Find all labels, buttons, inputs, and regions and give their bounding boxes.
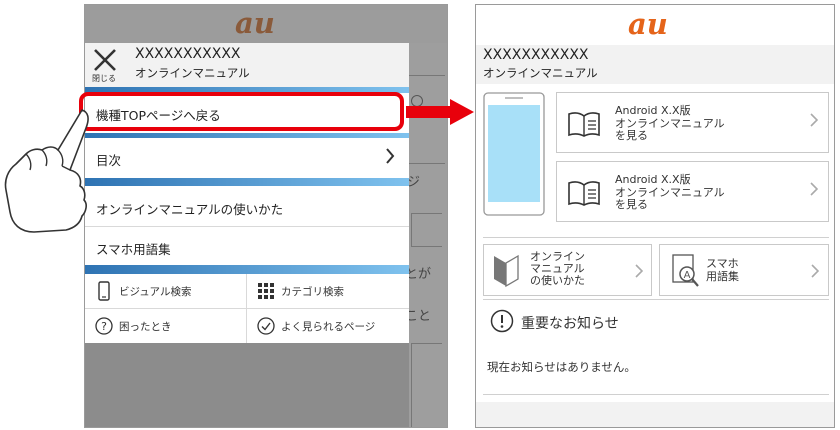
left-phone-screen: au ジ とが こと 閉じる XXXXXXXXXXX オンラインマニュアル 機種… [84,4,448,428]
question-icon: ? [95,317,113,338]
menu-item-toc[interactable]: 目次 [85,138,409,178]
book-icon [567,180,601,210]
android-manual-card[interactable]: Android X.X版 オンラインマニュアル を見る [556,161,829,222]
bg-box [411,343,442,427]
au-logo: au [235,6,275,40]
chevron-right-icon [810,182,819,200]
arrow-right-icon [406,99,474,125]
left-header: au [85,5,447,43]
exclamation-icon [490,309,514,333]
right-phone-screen: au XXXXXXXXXXX オンラインマニュアル Android X.X版 オ… [475,4,835,428]
divider [483,299,829,300]
category-search-button[interactable]: カテゴリ検索 [247,274,408,308]
drawer-header: 閉じる XXXXXXXXXXX オンラインマニュアル [85,43,409,87]
drawer-overlay [85,343,409,427]
bg-divider [409,163,445,164]
highlight-frame [79,92,404,131]
bg-box [411,213,442,247]
beginner-mark-icon [492,254,520,292]
check-circle-icon [257,317,275,338]
card-text: Android X.X版 オンラインマニュアル を見る [615,173,725,211]
blue-divider [85,265,409,274]
main-content: Android X.X版 オンラインマニュアル を見る Android X.X版… [476,84,834,427]
card-text: オンライン マニュアル の使いかた [530,250,585,287]
faq-label: よく見られるページ [281,321,376,333]
right-header: au [476,5,834,45]
chevron-right-icon [811,264,820,282]
troubleshoot-label: 困ったとき [119,321,172,333]
site-title: XXXXXXXXXXX [135,46,241,62]
notice-body: 現在お知らせはありません。 [487,360,636,374]
close-icon[interactable] [93,48,117,72]
close-label[interactable]: 閉じる [92,73,116,84]
category-search-label: カテゴリ検索 [281,286,344,298]
android-manual-card[interactable]: Android X.X版 オンラインマニュアル を見る [556,92,829,153]
svg-text:A: A [684,270,691,281]
site-subtitle: オンラインマニュアル [483,66,598,80]
menu-item-glossary[interactable]: スマホ用語集 [85,227,409,265]
chevron-right-icon [810,113,819,131]
book-icon [567,111,601,141]
footer-area [476,402,834,427]
troubleshoot-button[interactable]: ? 困ったとき [85,309,246,343]
menu-item-label: スマホ用語集 [96,242,171,257]
smartphone-icon [98,281,110,304]
magnifier-a-icon: A [672,254,700,292]
grid-icon [258,283,274,302]
blue-divider [85,178,409,186]
site-subtitle: オンラインマニュアル [135,66,250,80]
au-logo: au [628,7,668,41]
site-title: XXXXXXXXXXX [483,47,589,63]
faq-button[interactable]: よく見られるページ [247,309,408,343]
chevron-right-icon [385,148,395,167]
bg-divider [409,75,445,76]
divider [483,237,829,238]
card-text: Android X.X版 オンラインマニュアル を見る [615,104,725,142]
how-to-use-card[interactable]: オンライン マニュアル の使いかた [483,244,652,296]
divider [483,394,829,395]
card-text: スマホ 用語集 [706,257,739,283]
menu-item-how-to-use[interactable]: オンラインマニュアルの使いかた [85,186,409,226]
chevron-right-icon [635,264,644,282]
visual-search-button[interactable]: ビジュアル検索 [85,274,246,308]
visual-search-label: ビジュアル検索 [119,286,192,298]
svg-text:?: ? [101,320,107,333]
hand-pointer-icon [0,108,100,238]
smartphone-illustration [483,92,545,216]
menu-item-label: オンラインマニュアルの使いかた [96,202,284,217]
glossary-card[interactable]: A スマホ 用語集 [659,244,829,296]
notice-title: 重要なお知らせ [521,316,619,332]
